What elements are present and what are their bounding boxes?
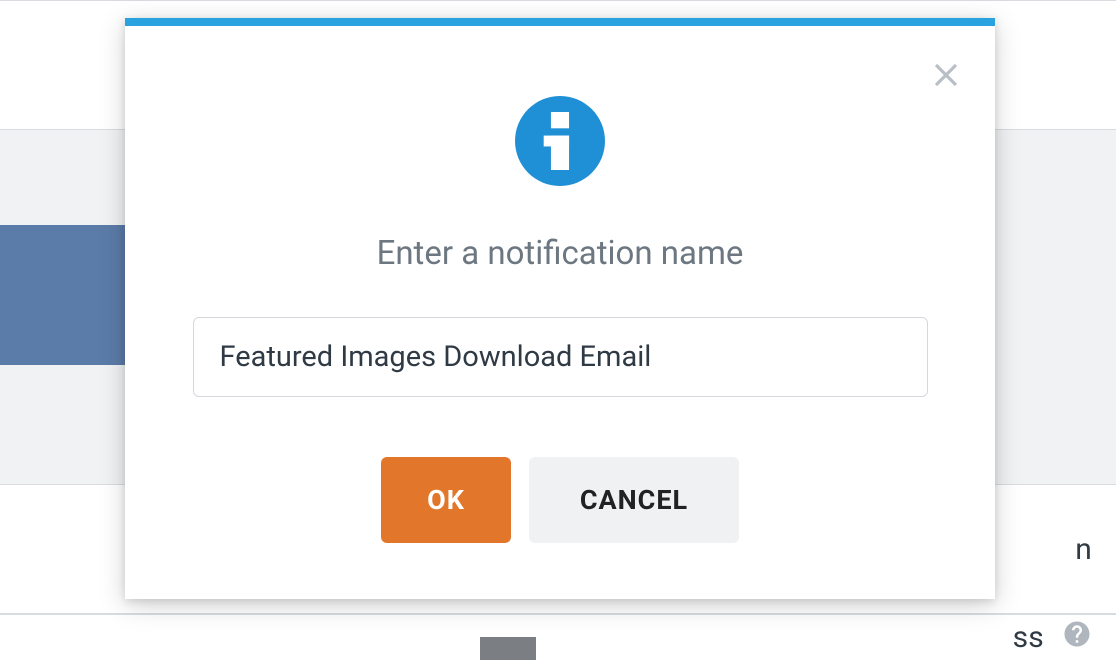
background-bottom-row: ss	[0, 614, 1116, 660]
background-sidebar-active-item	[0, 225, 125, 365]
modal-close-row	[125, 26, 995, 94]
help-icon[interactable]	[1062, 619, 1092, 657]
modal-button-row: OK CANCEL	[381, 457, 739, 543]
ok-button[interactable]: OK	[381, 457, 511, 543]
background-bottom-text: ss	[1013, 620, 1044, 655]
modal-title: Enter a notification name	[377, 234, 744, 273]
modal-accent-bar	[125, 18, 995, 26]
notification-name-input[interactable]	[193, 317, 928, 397]
info-icon	[515, 96, 605, 186]
cancel-button[interactable]: CANCEL	[529, 457, 739, 543]
close-button[interactable]	[927, 56, 965, 94]
notification-name-modal: Enter a notification name OK CANCEL	[125, 18, 995, 599]
close-icon	[927, 56, 965, 94]
background-thumbnail	[480, 637, 536, 660]
background-row-right-text: n	[1075, 532, 1092, 567]
modal-body: Enter a notification name OK CANCEL	[125, 94, 995, 599]
